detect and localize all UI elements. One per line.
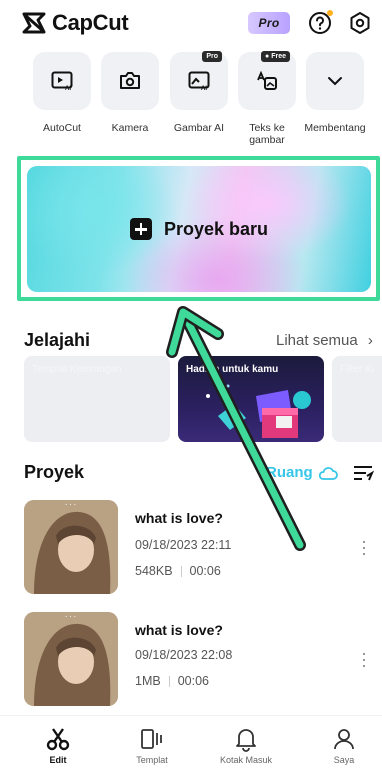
chevron-down-icon <box>328 77 342 86</box>
tool-label: Kamera <box>111 122 149 134</box>
text-to-image-icon <box>257 71 277 90</box>
tool-label: Gambar AI <box>173 122 225 134</box>
project-thumbnail[interactable]: ··· <box>24 500 118 594</box>
person-photo-thumbnail <box>24 612 118 706</box>
project-thumbnail[interactable]: ··· <box>24 612 118 706</box>
project-name: what is love? <box>135 622 223 638</box>
nav-label: Kotak Masuk <box>219 755 273 765</box>
tool-text-to-image[interactable]: ● Free Teks ke gambar <box>236 51 298 146</box>
tool-camera[interactable]: Kamera <box>99 52 161 134</box>
tool-label: Membentang <box>304 122 366 134</box>
thumbnail-dots: ··· <box>64 500 78 510</box>
project-duration: 00:06 <box>177 674 209 688</box>
meta-divider <box>180 565 182 577</box>
svg-text:AI: AI <box>201 86 207 91</box>
space-button[interactable]: Ruang <box>266 464 338 481</box>
explore-card[interactable]: Filter Ki <box>332 356 382 442</box>
settings-icon[interactable] <box>348 11 372 35</box>
svg-text:AI: AI <box>65 86 71 91</box>
chevron-right-icon: › <box>367 332 373 349</box>
pro-badge-label: Pro <box>258 16 280 30</box>
tool-text-to-image-box[interactable]: ● Free <box>238 51 296 110</box>
tool-ai-image[interactable]: Pro AI Gambar AI <box>168 51 230 134</box>
nav-inbox[interactable]: Kotak Masuk <box>206 726 286 765</box>
notification-dot <box>327 10 333 16</box>
nav-label: Edit <box>49 755 67 765</box>
project-meta: 548KB 00:06 <box>135 564 221 578</box>
project-item[interactable]: ··· what is love? 09/18/2023 22:08 1MB 0… <box>0 612 382 710</box>
tool-camera-box[interactable] <box>101 52 159 110</box>
new-project-button[interactable]: Proyek baru <box>27 166 371 292</box>
tool-expand[interactable]: Membentang <box>304 52 366 134</box>
tool-autocut-box[interactable]: AI <box>33 52 91 110</box>
tool-expand-box[interactable] <box>306 52 364 110</box>
card-title: Filter Ki <box>340 364 374 375</box>
project-size: 1MB <box>135 674 161 688</box>
free-tag: ● Free <box>261 51 290 62</box>
bottom-navigation: Edit Templat Kotak Masuk Saya <box>0 715 382 771</box>
capcut-logo-icon <box>22 12 46 34</box>
more-options-icon[interactable]: · · · <box>360 644 368 674</box>
tools-row: AI AutoCut Kamera Pro AI Gambar AI ● Fre… <box>0 51 382 152</box>
cloud-icon <box>318 466 338 480</box>
bell-icon <box>236 729 256 752</box>
nav-label: Templat <box>136 755 168 765</box>
autocut-icon: AI <box>51 71 73 91</box>
more-options-icon[interactable]: · · · <box>360 532 368 562</box>
sort-icon[interactable] <box>352 463 374 483</box>
card-title: Templat Keterangan <box>32 364 122 375</box>
ai-image-icon: AI <box>188 71 210 91</box>
projects-title: Proyek <box>24 462 85 482</box>
project-name: what is love? <box>135 510 223 526</box>
pro-tag: Pro <box>202 51 222 62</box>
gift-illustration <box>206 384 311 438</box>
see-all-label: Lihat semua <box>276 332 358 349</box>
pro-badge-button[interactable]: Pro <box>248 12 290 34</box>
project-date: 09/18/2023 22:11 <box>135 538 232 552</box>
camera-icon <box>120 72 140 89</box>
explore-title: Jelajahi <box>24 330 91 350</box>
capcut-logo: CapCut <box>22 10 129 36</box>
app-name: CapCut <box>52 10 129 35</box>
explore-card-gift[interactable]: Hadiah untuk kamu <box>178 356 324 442</box>
nav-template[interactable]: Templat <box>112 726 192 765</box>
scissors-icon <box>46 728 70 751</box>
plus-icon <box>129 218 152 240</box>
template-icon <box>141 729 162 749</box>
space-label: Ruang <box>266 464 313 481</box>
person-photo-thumbnail <box>24 500 118 594</box>
new-project-label: Proyek baru <box>163 218 269 239</box>
tool-label: Teks ke gambar <box>249 122 285 146</box>
meta-divider <box>168 675 170 687</box>
tool-ai-image-box[interactable]: Pro AI <box>170 51 228 110</box>
project-date: 09/18/2023 22:08 <box>135 648 233 662</box>
nav-label: Saya <box>333 755 355 765</box>
project-size: 548KB <box>135 564 173 578</box>
thumbnail-dots: ··· <box>64 612 78 622</box>
explore-card[interactable]: Templat Keterangan <box>24 356 170 442</box>
profile-icon <box>334 729 354 750</box>
project-meta: 1MB 00:06 <box>135 674 209 688</box>
project-item[interactable]: ··· what is love? 09/18/2023 22:11 548KB… <box>0 500 382 598</box>
see-all-link[interactable]: Lihat semua › <box>276 332 373 349</box>
tool-autocut[interactable]: AI AutoCut <box>31 52 93 134</box>
nav-edit[interactable]: Edit <box>18 726 98 765</box>
project-duration: 00:06 <box>189 564 221 578</box>
free-tag-label: Free <box>271 53 286 60</box>
app-header: CapCut Pro <box>0 0 382 48</box>
tool-label: AutoCut <box>43 122 81 134</box>
nav-profile[interactable]: Saya <box>304 726 382 765</box>
